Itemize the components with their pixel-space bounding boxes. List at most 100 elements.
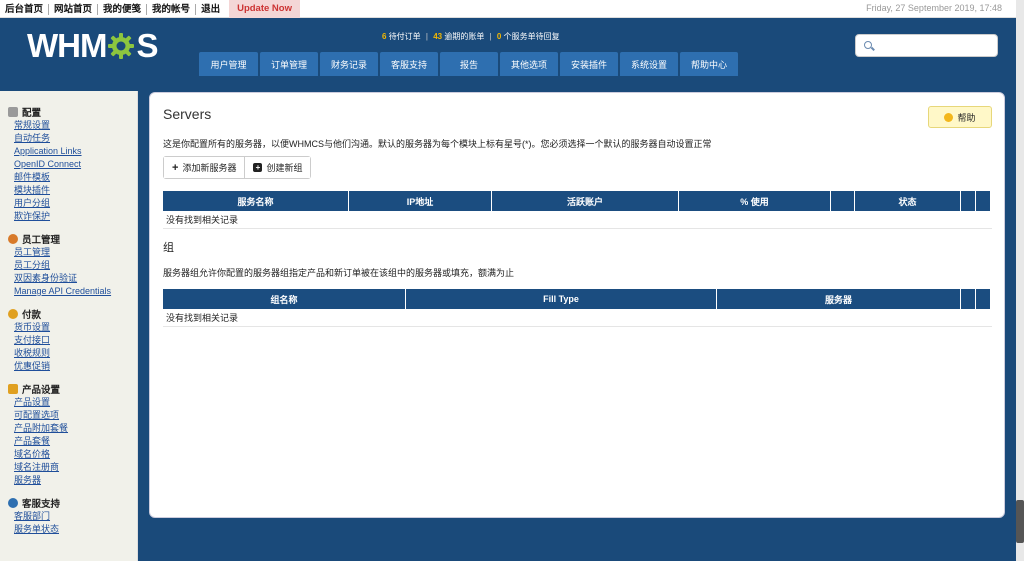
- top-link-logout[interactable]: 退出: [196, 4, 225, 15]
- sidebar-link-fraud-protection[interactable]: 欺诈保护: [14, 210, 137, 223]
- page-scrollbar[interactable]: [1016, 0, 1024, 561]
- top-bar: 后台首页 网站首页 我的便笺 我的帐号 退出 Update Now Friday…: [0, 0, 1024, 18]
- logo-text-left: WHM: [27, 27, 107, 64]
- gear-icon: [108, 33, 135, 59]
- orders-count[interactable]: 6: [382, 32, 386, 41]
- groups-description: 服务器组允许你配置的服务器组指定产品和新订单被在该组中的服务器或填充，额满为止: [163, 268, 515, 278]
- add-server-button[interactable]: + 添加新服务器: [164, 157, 245, 178]
- groups-empty-message: 没有找到相关记录: [163, 309, 992, 327]
- sidebar-section-title: 员工管理: [22, 234, 61, 246]
- top-link-site-home[interactable]: 网站首页: [49, 3, 99, 15]
- scrollbar-thumb[interactable]: [1016, 500, 1024, 543]
- col-delete: [976, 191, 990, 211]
- sidebar-link-product-bundles[interactable]: 产品套餐: [14, 435, 137, 448]
- search-icon: [864, 41, 872, 49]
- col-servers[interactable]: 服务器: [717, 289, 960, 309]
- tickets-count[interactable]: 0: [497, 32, 501, 41]
- sidebar-link-automation[interactable]: 自动任务: [14, 132, 137, 145]
- header: WHM S 6 待付订单 | 43 逾期的账单 | 0 个服务单待回复 用户管理…: [0, 18, 1024, 78]
- sidebar-link-products-services[interactable]: 产品设置: [14, 396, 137, 409]
- nav-tab-reports[interactable]: 报告: [440, 52, 498, 76]
- whmcs-logo[interactable]: WHM S: [27, 27, 158, 64]
- sidebar-link-staff-admin[interactable]: 员工管理: [14, 246, 137, 259]
- sidebar-link-client-groups[interactable]: 用户分组: [14, 197, 137, 210]
- page-title: Servers: [163, 106, 212, 122]
- sidebar-link-email-templates[interactable]: 邮件模板: [14, 171, 137, 184]
- sidebar-link-payment-gateways[interactable]: 支付接口: [14, 334, 137, 347]
- sidebar-link-general-settings[interactable]: 常规设置: [14, 119, 137, 132]
- nav-tab-utilities[interactable]: 其他选项: [500, 52, 558, 76]
- top-link-my-account[interactable]: 我的帐号: [147, 3, 197, 15]
- sidebar-link-tax-rules[interactable]: 收税规则: [14, 347, 137, 360]
- nav-tab-help[interactable]: 帮助中心: [680, 52, 738, 76]
- sidebar-link-promotions[interactable]: 优惠促销: [14, 360, 137, 373]
- top-link-admin-home[interactable]: 后台首页: [0, 3, 50, 15]
- col-status[interactable]: 状态: [855, 191, 960, 211]
- nav-tab-orders[interactable]: 订单管理: [260, 52, 318, 76]
- header-stats: 6 待付订单 | 43 逾期的账单 | 0 个服务单待回复: [382, 32, 560, 41]
- sidebar-section-staff: 员工管理 员工管理 员工分组 双因素身份验证 Manage API Creden…: [8, 231, 137, 298]
- document-icon: [8, 106, 18, 117]
- sidebar-section-config: 配置 常规设置 自动任务 Application Links OpenID Co…: [8, 104, 137, 223]
- col-blank: [831, 191, 854, 211]
- overdue-label[interactable]: 逾期的账单: [444, 32, 484, 41]
- create-group-button[interactable]: + 创建新组: [244, 157, 311, 178]
- search-input[interactable]: [855, 34, 998, 57]
- groups-table-header: 组名称 Fill Type 服务器: [163, 289, 992, 309]
- servers-table-header: 服务名称 IP地址 活跃账户 % 使用 状态: [163, 191, 992, 211]
- datetime: Friday, 27 September 2019, 17:48: [866, 3, 1002, 13]
- sidebar-link-product-addons[interactable]: 产品附加套餐: [14, 422, 137, 435]
- create-group-label: 创建新组: [266, 163, 303, 173]
- update-now-button[interactable]: Update Now: [229, 0, 300, 18]
- sidebar-link-application-links[interactable]: Application Links: [14, 145, 137, 158]
- sidebar: 配置 常规设置 自动任务 Application Links OpenID Co…: [0, 91, 138, 561]
- main-nav: 用户管理 订单管理 财务记录 客服支持 报告 其他选项 安装插件 系统设置 帮助…: [199, 52, 738, 76]
- top-link-notes[interactable]: 我的便笺: [98, 3, 148, 15]
- sidebar-link-two-factor[interactable]: 双因素身份验证: [14, 272, 137, 285]
- content-panel: Servers 帮助 这是你配置所有的服务器，以便WHMCS与他们沟通。默认的服…: [149, 92, 1005, 518]
- sidebar-link-currencies[interactable]: 货币设置: [14, 321, 137, 334]
- box-icon: [8, 383, 18, 394]
- nav-tab-support[interactable]: 客服支持: [380, 52, 438, 76]
- nav-tab-addons[interactable]: 安装插件: [560, 52, 618, 76]
- sidebar-link-api-credentials[interactable]: Manage API Credentials: [14, 285, 137, 298]
- help-button-label: 帮助: [957, 112, 976, 123]
- action-buttons: + 添加新服务器 + 创建新组: [163, 156, 312, 179]
- add-server-label: 添加新服务器: [182, 163, 237, 173]
- overdue-count[interactable]: 43: [433, 32, 442, 41]
- col-group-name[interactable]: 组名称: [163, 289, 405, 309]
- tickets-label[interactable]: 个服务单待回复: [504, 32, 560, 41]
- col-active-accounts[interactable]: 活跃账户: [492, 191, 678, 211]
- sidebar-link-openid-connect[interactable]: OpenID Connect: [14, 158, 137, 171]
- page-description: 这是你配置所有的服务器，以便WHMCS与他们沟通。默认的服务器为每个模块上标有星…: [163, 139, 712, 149]
- nav-tab-billing[interactable]: 财务记录: [320, 52, 378, 76]
- servers-table: 服务名称 IP地址 活跃账户 % 使用 状态 没有找到相关记录: [163, 191, 992, 229]
- col-server-name[interactable]: 服务名称: [163, 191, 348, 211]
- sidebar-link-support-departments[interactable]: 客服部门: [14, 510, 137, 523]
- groups-section-title: 组: [163, 242, 174, 254]
- sidebar-link-staff-groups[interactable]: 员工分组: [14, 259, 137, 272]
- sidebar-link-servers[interactable]: 服务器: [14, 474, 137, 487]
- coins-icon: [8, 308, 18, 319]
- sidebar-link-domain-pricing[interactable]: 域名价格: [14, 448, 137, 461]
- logo-text-right: S: [136, 27, 158, 64]
- sidebar-section-support: 客服支持 客服部门 服务单状态: [8, 495, 137, 536]
- help-button[interactable]: 帮助: [928, 106, 992, 128]
- col-ip-address[interactable]: IP地址: [349, 191, 491, 211]
- sidebar-link-ticket-statuses[interactable]: 服务单状态: [14, 523, 137, 536]
- nav-tab-clients[interactable]: 用户管理: [199, 52, 258, 76]
- top-links: 后台首页 网站首页 我的便笺 我的帐号 退出 Update Now: [0, 0, 300, 18]
- sidebar-section-title: 客服支持: [22, 498, 61, 510]
- col-usage[interactable]: % 使用: [679, 191, 830, 211]
- sidebar-link-configurable-options[interactable]: 可配置选项: [14, 409, 137, 422]
- sidebar-link-addon-modules[interactable]: 模块插件: [14, 184, 137, 197]
- nav-tab-setup[interactable]: 系统设置: [620, 52, 678, 76]
- col-fill-type[interactable]: Fill Type: [406, 289, 716, 309]
- user-icon: [8, 233, 18, 244]
- lightbulb-icon: [944, 112, 954, 122]
- col-delete: [976, 289, 990, 309]
- sidebar-section-title: 付款: [22, 309, 42, 321]
- orders-label[interactable]: 待付订单: [389, 32, 421, 41]
- sidebar-link-domain-registrars[interactable]: 域名注册商: [14, 461, 137, 474]
- col-edit: [961, 289, 975, 309]
